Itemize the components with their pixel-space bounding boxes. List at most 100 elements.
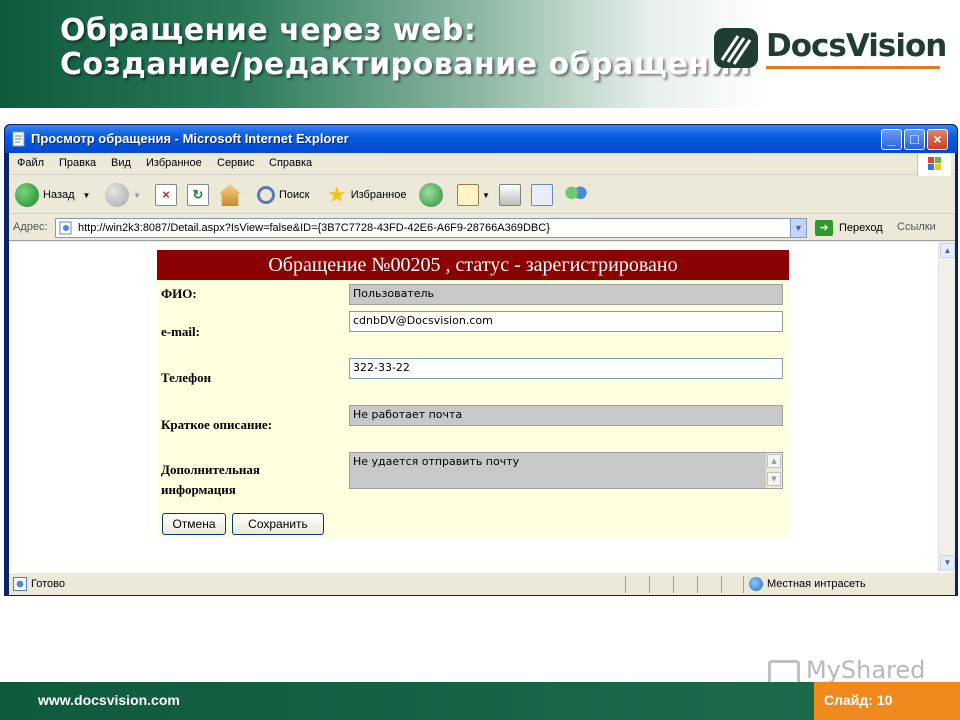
- ie-page-icon: [11, 131, 27, 147]
- status-divider: [625, 576, 626, 593]
- back-button[interactable]: Назад ▼: [15, 182, 90, 208]
- edit-page-icon: [531, 184, 553, 206]
- close-button[interactable]: ×: [927, 129, 948, 150]
- messenger-button[interactable]: [565, 182, 587, 208]
- back-label: Назад: [43, 189, 75, 201]
- windows-logo: [917, 154, 951, 176]
- phone-label: Телефон: [161, 370, 212, 385]
- forward-arrow-icon: [105, 183, 129, 207]
- favorites-label: Избранное: [350, 189, 407, 201]
- status-divider: [721, 576, 722, 593]
- slide-title-line-2: Создание/редактирование обращения: [60, 47, 751, 82]
- search-label: Поиск: [279, 189, 310, 201]
- status-divider: [673, 576, 674, 593]
- phone-field[interactable]: 322-33-22: [349, 358, 783, 379]
- details-scrollbar[interactable]: ▲ ▼: [766, 453, 782, 488]
- mail-dropdown-icon[interactable]: ▼: [482, 191, 490, 200]
- search-icon: [257, 186, 275, 204]
- stop-icon: ×: [155, 184, 177, 206]
- address-bar: Адрес: http://win2k3:8087/Detail.aspx?Is…: [9, 215, 955, 241]
- menu-view[interactable]: Вид: [111, 157, 131, 169]
- window-titlebar[interactable]: Просмотр обращения - Microsoft Internet …: [5, 125, 957, 153]
- mail-button[interactable]: ▼: [457, 182, 490, 208]
- address-dropdown-icon[interactable]: ▼: [790, 219, 806, 237]
- scroll-up-icon[interactable]: ▲: [767, 454, 781, 468]
- status-divider: [649, 576, 650, 593]
- slide: Обращение через web: Создание/редактиров…: [0, 0, 960, 720]
- edit-button[interactable]: [531, 182, 553, 208]
- slide-title-line-1: Обращение через web:: [60, 13, 477, 48]
- stop-button[interactable]: ×: [155, 182, 177, 208]
- menu-help[interactable]: Справка: [269, 157, 312, 169]
- watermark-text: MyShared: [806, 656, 926, 684]
- go-label: Переход: [839, 222, 883, 234]
- status-page-icon: [13, 577, 27, 591]
- address-label: Адрес:: [13, 221, 48, 233]
- page-scroll-up-icon[interactable]: ▲: [940, 243, 955, 258]
- forward-dropdown-icon[interactable]: ▼: [133, 191, 141, 200]
- minimize-button[interactable]: _: [881, 129, 902, 150]
- save-button[interactable]: Сохранить: [232, 513, 324, 535]
- windows-flag-icon: [928, 157, 941, 170]
- logo-text: DocsVision: [766, 28, 947, 64]
- scroll-down-icon[interactable]: ▼: [767, 472, 781, 486]
- status-bar: Готово Местная интрасеть: [9, 572, 955, 595]
- page-scroll-down-icon[interactable]: ▼: [940, 555, 955, 570]
- slide-number: Слайд: 10: [824, 692, 893, 708]
- maximize-button[interactable]: □: [904, 129, 925, 150]
- logo-underline: [766, 66, 940, 69]
- status-text: Готово: [31, 578, 65, 590]
- ie-window: Просмотр обращения - Microsoft Internet …: [4, 124, 958, 596]
- print-button[interactable]: [499, 182, 521, 208]
- menu-tools[interactable]: Сервис: [217, 157, 255, 169]
- toolbar: Назад ▼ ▼ × ↻ Поиск ★ Избранное ▼: [9, 176, 955, 214]
- email-field[interactable]: cdnbDV@Docsvision.com: [349, 311, 783, 332]
- zone-text: Местная интрасеть: [767, 578, 866, 590]
- form-header: Обращение №00205 , статус - зарегистриро…: [157, 250, 789, 280]
- page-icon: [59, 221, 72, 235]
- details-label-line-1: Дополнительная: [161, 462, 260, 477]
- summary-label: Краткое описание:: [161, 417, 273, 432]
- refresh-icon: ↻: [187, 184, 209, 206]
- status-divider: [743, 576, 744, 593]
- menu-favorites[interactable]: Избранное: [146, 157, 202, 169]
- favorites-star-icon: ★: [327, 182, 347, 207]
- back-arrow-icon: [15, 183, 39, 207]
- slide-number-box: Слайд: 10: [814, 682, 960, 720]
- footer: www.docsvision.com Слайд: 10: [0, 682, 960, 720]
- summary-field[interactable]: Не работает почта: [349, 405, 783, 426]
- status-divider: [697, 576, 698, 593]
- go-arrow-icon: ➜: [815, 220, 833, 236]
- fio-field[interactable]: Пользователь: [349, 284, 783, 305]
- messenger-icon: [565, 184, 587, 206]
- docsvision-logo-icon: [714, 28, 758, 68]
- details-label-line-2: информация: [161, 482, 236, 497]
- links-button[interactable]: Ссылки: [897, 221, 936, 233]
- forward-button[interactable]: ▼: [105, 182, 141, 208]
- email-label: e-mail:: [161, 324, 200, 339]
- home-button[interactable]: [219, 182, 241, 208]
- menu-bar: Файл Правка Вид Избранное Сервис Справка: [9, 153, 955, 176]
- go-button[interactable]: ➜ Переход: [815, 219, 883, 237]
- favorites-button[interactable]: ★ Избранное: [327, 182, 406, 208]
- window-title: Просмотр обращения - Microsoft Internet …: [31, 131, 349, 146]
- details-textarea[interactable]: Не удается отправить почту ▲ ▼: [349, 452, 783, 489]
- details-label: Дополнительная информация: [161, 460, 260, 500]
- history-icon: [419, 183, 443, 207]
- back-dropdown-icon[interactable]: ▼: [83, 191, 91, 200]
- address-input[interactable]: http://win2k3:8087/Detail.aspx?IsView=fa…: [55, 218, 807, 238]
- refresh-button[interactable]: ↻: [187, 182, 209, 208]
- page-content: Обращение №00205 , статус - зарегистриро…: [9, 242, 955, 572]
- mail-icon: [457, 184, 479, 206]
- ie-body: Файл Правка Вид Избранное Сервис Справка…: [9, 153, 955, 595]
- menu-file[interactable]: Файл: [17, 157, 44, 169]
- fio-label: ФИО:: [161, 286, 197, 301]
- history-button[interactable]: [419, 182, 447, 208]
- address-url: http://win2k3:8087/Detail.aspx?IsView=fa…: [78, 222, 550, 234]
- menu-edit[interactable]: Правка: [59, 157, 96, 169]
- search-button[interactable]: Поиск: [257, 182, 309, 208]
- cancel-button[interactable]: Отмена: [162, 513, 226, 535]
- page-scrollbar[interactable]: ▲ ▼: [938, 242, 955, 572]
- footer-url: www.docsvision.com: [38, 692, 180, 708]
- home-icon: [219, 184, 241, 206]
